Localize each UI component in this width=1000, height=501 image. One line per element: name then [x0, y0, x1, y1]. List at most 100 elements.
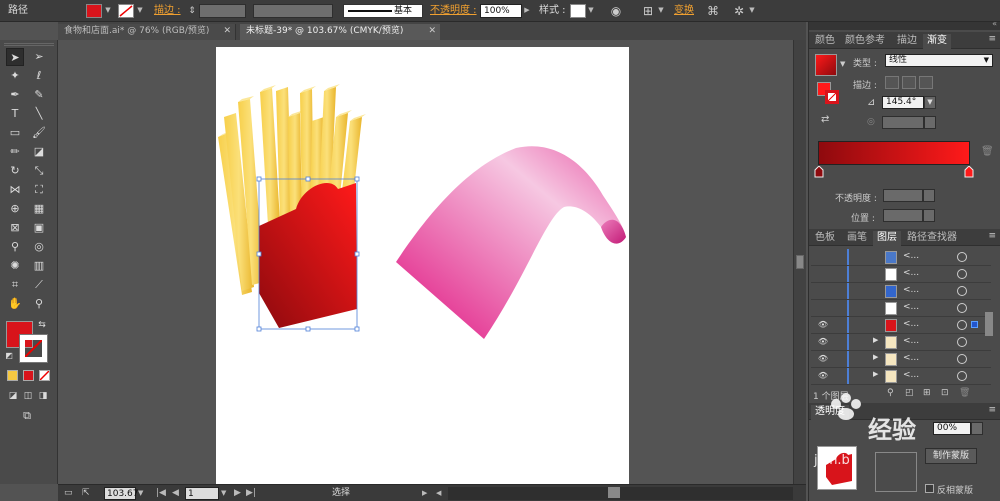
expand-arrow-icon[interactable]: ▶ — [873, 336, 878, 344]
canvas-workspace[interactable] — [58, 40, 793, 484]
locate-object-icon[interactable]: ⚲ — [887, 388, 894, 398]
transform-label[interactable]: 变换 — [674, 3, 694, 19]
panel-menu-icon[interactable]: ≡ — [988, 405, 996, 415]
eyedropper-tool-icon[interactable]: ⚲ — [6, 238, 24, 256]
align-icon[interactable]: ⊞ — [640, 3, 656, 19]
artboard-nav-icon[interactable]: ▭ — [64, 487, 78, 500]
pencil-tool-icon[interactable]: ✏ — [6, 143, 24, 161]
layer-row[interactable]: <... — [811, 249, 991, 266]
direct-selection-tool-icon[interactable]: ➢ — [30, 48, 48, 66]
target-icon[interactable] — [957, 320, 967, 330]
horizontal-scroll-thumb[interactable] — [608, 487, 620, 498]
tab-swatches[interactable]: 色板 — [811, 231, 839, 246]
eraser-tool-icon[interactable]: ◪ — [30, 143, 48, 161]
tab-color[interactable]: 颜色 — [811, 34, 839, 49]
zoom-dropdown-arrow[interactable]: ▼ — [138, 487, 148, 500]
draw-inside-icon[interactable]: ◨ — [36, 387, 50, 405]
graphic-style-swatch[interactable] — [570, 4, 586, 18]
gradient-slider[interactable] — [818, 141, 970, 165]
vertical-scroll-thumb[interactable] — [796, 255, 804, 269]
aspect-ratio-field[interactable] — [882, 116, 924, 129]
gradient-thumbnail[interactable] — [815, 54, 837, 76]
layer-row[interactable]: <... — [811, 266, 991, 283]
opacity-label[interactable]: 不透明度 : — [430, 3, 477, 19]
color-mode-swatch[interactable] — [7, 370, 18, 381]
blend-tool-icon[interactable]: ◎ — [30, 238, 48, 256]
free-transform-tool-icon[interactable]: ⛶ — [30, 181, 48, 199]
options-dropdown-arrow[interactable]: ▼ — [747, 3, 757, 19]
transparency-opacity-dropdown[interactable] — [971, 422, 983, 435]
type-tool-icon[interactable]: T — [6, 105, 24, 123]
layer-row[interactable]: 👁 ▶ <... — [811, 368, 991, 385]
tab-untitled-39[interactable]: 未标题-39* @ 103.67% (CMYK/预览) ✕ — [240, 24, 440, 40]
tab-stroke[interactable]: 描边 — [893, 34, 921, 49]
tab-pathfinder[interactable]: 路径查找器 — [903, 231, 961, 246]
stop-position-field[interactable] — [883, 209, 923, 222]
reverse-gradient-icon[interactable]: ⇄ — [821, 114, 829, 125]
hscroll-left-arrow[interactable]: ◀ — [436, 487, 441, 500]
layer-name[interactable]: <... — [903, 285, 919, 295]
slice-tool-icon[interactable]: ⟋ — [30, 276, 48, 294]
zoom-tool-icon[interactable]: ⚲ — [30, 295, 48, 313]
stop-position-dropdown[interactable] — [923, 209, 935, 222]
target-icon[interactable] — [957, 303, 967, 313]
close-icon[interactable]: ✕ — [428, 24, 436, 39]
horizontal-scrollbar[interactable] — [448, 487, 793, 500]
perspective-grid-tool-icon[interactable]: ▦ — [30, 200, 48, 218]
layer-name[interactable]: <... — [903, 336, 919, 346]
angle-input[interactable]: 145.4° — [882, 96, 924, 109]
default-colors-icon[interactable]: ◩ — [3, 350, 15, 362]
target-icon[interactable] — [957, 286, 967, 296]
rectangle-tool-icon[interactable]: ▭ — [6, 124, 24, 142]
rotate-tool-icon[interactable]: ↻ — [6, 162, 24, 180]
selected-art-indicator[interactable] — [971, 321, 978, 328]
page-dropdown-arrow[interactable]: ▼ — [221, 487, 231, 500]
expand-arrow-icon[interactable]: ▶ — [873, 370, 878, 378]
stroke-across-icon[interactable] — [919, 76, 933, 89]
layer-name[interactable]: <... — [903, 251, 919, 261]
swap-fill-stroke-icon[interactable]: ⇆ — [36, 319, 48, 331]
stroke-weight-field[interactable] — [199, 4, 246, 18]
line-tool-icon[interactable]: ╲ — [30, 105, 48, 123]
target-icon[interactable] — [957, 252, 967, 262]
opacity-dropdown-arrow[interactable]: ▶ — [522, 3, 532, 19]
pink-curved-shape[interactable] — [396, 146, 626, 339]
recolor-icon[interactable]: ◉ — [608, 3, 624, 19]
gradient-stop-start[interactable] — [814, 166, 824, 178]
dock-header[interactable]: « — [809, 19, 1000, 30]
panel-menu-icon[interactable]: ≡ — [988, 34, 996, 44]
transparency-opacity-input[interactable]: 00% — [933, 422, 971, 435]
toolbox-grip[interactable] — [4, 43, 54, 46]
stroke-within-icon[interactable] — [885, 76, 899, 89]
draw-behind-icon[interactable]: ◫ — [21, 387, 35, 405]
tab-color-guide[interactable]: 颜色参考 — [841, 34, 889, 49]
paintbrush-tool-icon[interactable]: 🖌 — [30, 124, 48, 142]
stroke-color-swatch[interactable] — [118, 4, 134, 18]
gradient-mode-swatch[interactable] — [23, 370, 34, 381]
shape-builder-tool-icon[interactable]: ⊕ — [6, 200, 24, 218]
stroke-dropdown-arrow[interactable]: ▼ — [135, 3, 145, 19]
pen-tool-icon[interactable]: ✒ — [6, 86, 24, 104]
angle-dropdown-arrow[interactable]: ▼ — [924, 96, 936, 109]
stroke-style-field[interactable]: 基本 — [343, 4, 423, 18]
screen-mode-icon[interactable]: ⧉ — [16, 407, 38, 425]
draw-normal-icon[interactable]: ◪ — [6, 387, 20, 405]
page-input[interactable]: 1 — [185, 487, 219, 500]
align-dropdown-arrow[interactable]: ▼ — [656, 3, 666, 19]
width-tool-icon[interactable]: ⋈ — [6, 181, 24, 199]
scale-tool-icon[interactable]: ⤡ — [30, 162, 48, 180]
selection-tool-icon[interactable]: ➤ — [6, 48, 24, 66]
target-icon[interactable] — [957, 269, 967, 279]
mesh-tool-icon[interactable]: ⊠ — [6, 219, 24, 237]
stroke-swatch[interactable] — [19, 334, 48, 363]
stroke-label[interactable]: 描边 : — [154, 3, 181, 19]
tab-brushes[interactable]: 画笔 — [843, 231, 871, 246]
none-mode-swatch[interactable] — [39, 370, 50, 381]
vertical-scrollbar[interactable] — [793, 40, 806, 484]
stop-opacity-dropdown[interactable] — [923, 189, 935, 202]
stop-opacity-field[interactable] — [883, 189, 923, 202]
collapse-icon[interactable]: « — [992, 19, 997, 28]
first-page-icon[interactable]: |◀ — [156, 487, 166, 500]
lasso-tool-icon[interactable]: ℓ — [30, 67, 48, 85]
delete-stop-icon[interactable]: 🗑 — [981, 146, 994, 157]
